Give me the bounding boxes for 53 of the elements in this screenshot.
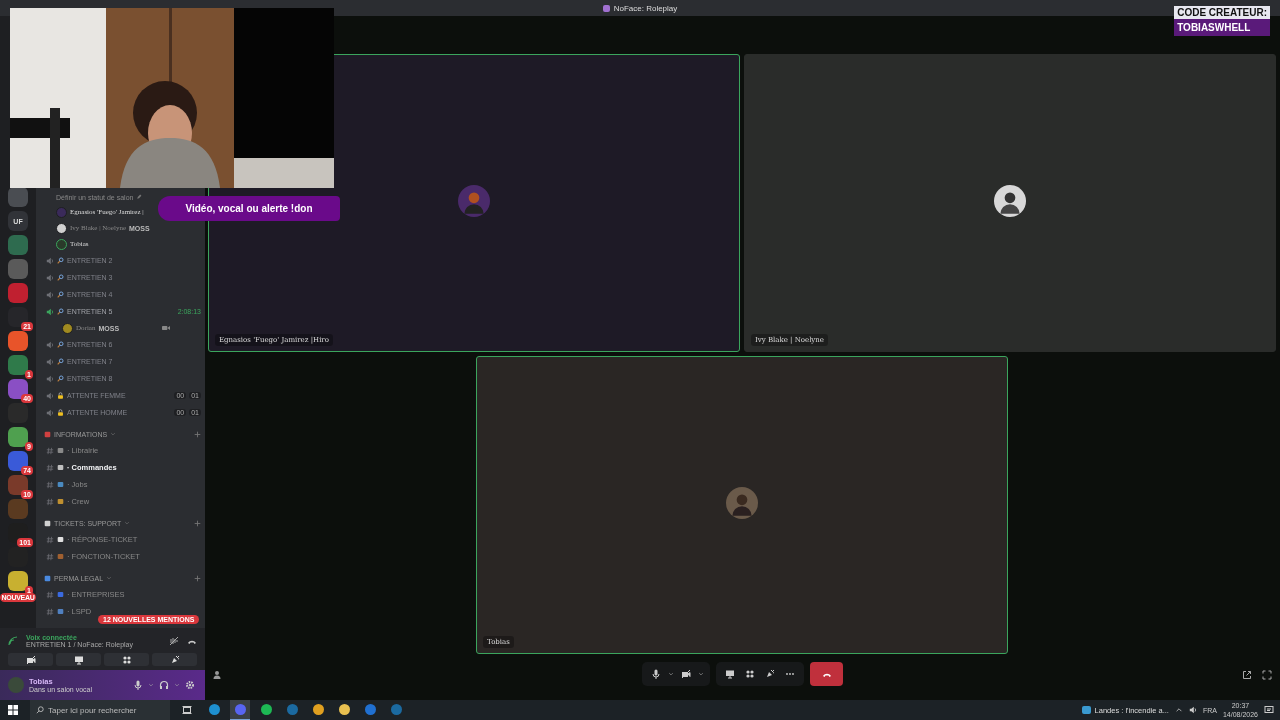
monitor-icon: [725, 669, 735, 679]
plus-icon[interactable]: [194, 430, 201, 438]
windows-start-icon[interactable]: [8, 705, 18, 715]
soundboard-icon: [169, 654, 180, 665]
hash-icon: [46, 463, 54, 472]
activities-button[interactable]: [104, 653, 149, 666]
hash-icon: [46, 535, 54, 544]
fullscreen-icon[interactable]: [1262, 670, 1272, 680]
chevron-up-icon[interactable]: [1174, 706, 1183, 714]
avatar: [994, 185, 1026, 217]
signal-icon: [8, 636, 18, 646]
camera-off-button[interactable]: [8, 653, 53, 666]
caret-icon[interactable]: [698, 671, 704, 677]
soundboard-icon: [765, 669, 775, 679]
hash-icon: [46, 552, 54, 561]
pop-out-icon[interactable]: [1242, 670, 1252, 680]
chevron-icon: [124, 520, 131, 526]
speaker-icon[interactable]: [1188, 706, 1197, 714]
hash-icon: [46, 480, 54, 489]
caret-icon[interactable]: [668, 671, 674, 677]
avatar: [458, 185, 490, 217]
notifications-icon[interactable]: [1264, 705, 1274, 715]
noise-suppression-icon[interactable]: [169, 636, 179, 646]
headphones-icon[interactable]: [159, 680, 169, 690]
hash-icon: [46, 590, 54, 599]
monitor-icon: [73, 654, 84, 665]
chevron-icon: [110, 431, 117, 437]
chevron-icon: [106, 575, 113, 581]
microphone-icon: [651, 669, 661, 679]
creator-code-banner: CODE CREATEUR: TOBIASWHELL: [1174, 6, 1270, 36]
hash-icon: [46, 446, 54, 455]
screen-share-button[interactable]: [56, 653, 101, 666]
pencil-icon: [136, 194, 143, 200]
four-dots-icon: [121, 654, 132, 665]
microphone-icon[interactable]: [133, 680, 143, 690]
camera-off-icon: [681, 669, 691, 679]
stream-alert-toast: Vidéo, vocal ou alerte !don: [158, 196, 340, 221]
plus-icon[interactable]: [194, 519, 201, 527]
invite-icon[interactable]: [213, 670, 223, 680]
search-icon: [36, 706, 44, 714]
avatar: [726, 487, 758, 519]
settings-icon[interactable]: [185, 680, 195, 690]
search-field[interactable]: Taper ici pour rechercher: [30, 700, 170, 720]
task-view-icon[interactable]: [182, 705, 192, 715]
hash-icon: [46, 497, 54, 506]
hash-icon: [46, 607, 54, 616]
plus-icon[interactable]: [194, 574, 201, 582]
hang-up-button[interactable]: [810, 662, 843, 686]
soundboard-button[interactable]: [152, 653, 197, 666]
window-title: NoFace: Roleplay: [613, 3, 678, 13]
four-dots-icon: [745, 669, 755, 679]
camera-off-icon: [25, 654, 36, 665]
taskbar-app-icon[interactable]: [230, 700, 250, 720]
